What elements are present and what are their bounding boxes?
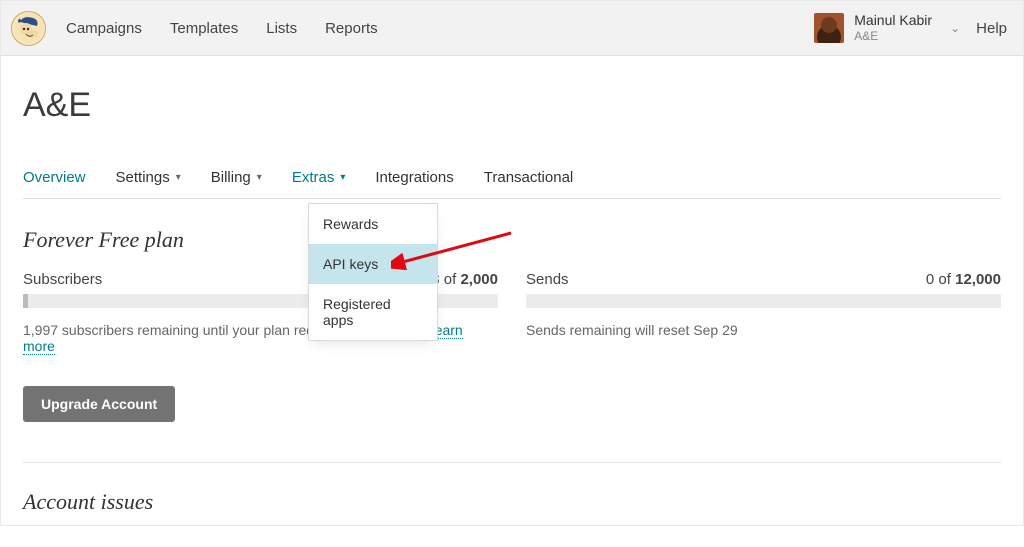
tab-overview-label: Overview	[23, 169, 86, 186]
tab-extras[interactable]: Extras ▾	[292, 169, 346, 186]
extras-item-api-keys[interactable]: API keys	[309, 244, 437, 284]
plan-section: Forever Free plan Subscribers 3 of 2,000…	[23, 227, 1001, 422]
user-text: Mainul Kabir A&E	[854, 12, 932, 43]
extras-item-registered-apps[interactable]: Registered apps	[309, 284, 437, 340]
nav-lists[interactable]: Lists	[266, 20, 297, 37]
stat-sends-count: 0	[926, 271, 934, 288]
tab-billing-label: Billing	[211, 169, 251, 186]
stat-sends-total: 12,000	[955, 271, 1001, 288]
tab-overview[interactable]: Overview	[23, 169, 86, 186]
progress-fill	[23, 294, 28, 308]
nav-reports[interactable]: Reports	[325, 20, 378, 37]
chevron-down-icon: ▾	[257, 172, 262, 183]
top-bar: Campaigns Templates Lists Reports Mainul…	[1, 1, 1023, 56]
stat-sends-label: Sends	[526, 271, 569, 288]
stat-sends-value: 0 of 12,000	[926, 271, 1001, 288]
tab-settings-label: Settings	[116, 169, 170, 186]
tab-extras-label: Extras	[292, 169, 335, 186]
extras-dropdown: Rewards API keys Registered apps	[308, 203, 438, 341]
tab-transactional[interactable]: Transactional	[484, 169, 574, 186]
account-issues-title: Account issues	[23, 489, 1001, 515]
upgrade-account-button[interactable]: Upgrade Account	[23, 386, 175, 422]
user-org: A&E	[854, 29, 932, 43]
stat-sends: Sends 0 of 12,000 Sends remaining will r…	[526, 271, 1001, 354]
stat-subscribers-value: 3 of 2,000	[431, 271, 498, 288]
nav-campaigns[interactable]: Campaigns	[66, 20, 142, 37]
nav-templates[interactable]: Templates	[170, 20, 238, 37]
of-word: of	[440, 271, 461, 288]
extras-item-rewards[interactable]: Rewards	[309, 204, 437, 244]
help-link[interactable]: Help	[976, 20, 1007, 37]
tab-billing[interactable]: Billing ▾	[211, 169, 262, 186]
chevron-down-icon: ⌄	[950, 21, 960, 35]
progress-sends	[526, 294, 1001, 308]
plan-title: Forever Free plan	[23, 227, 1001, 253]
user-name: Mainul Kabir	[854, 12, 932, 29]
mailchimp-logo-icon	[13, 12, 45, 44]
tab-transactional-label: Transactional	[484, 169, 574, 186]
top-nav: Campaigns Templates Lists Reports	[66, 20, 378, 37]
main-content: A&E Overview Settings ▾ Billing ▾ Extras…	[1, 56, 1023, 525]
brand-logo[interactable]	[11, 11, 46, 46]
chevron-down-icon: ▾	[340, 172, 345, 183]
page-title: A&E	[23, 86, 1001, 125]
tab-integrations-label: Integrations	[375, 169, 453, 186]
tab-integrations[interactable]: Integrations	[375, 169, 453, 186]
of-word: of	[934, 271, 955, 288]
chevron-down-icon: ▾	[176, 172, 181, 183]
tab-settings[interactable]: Settings ▾	[116, 169, 181, 186]
user-menu[interactable]: Mainul Kabir A&E ⌄	[814, 12, 976, 43]
stat-subscribers-total: 2,000	[460, 271, 498, 288]
avatar	[814, 13, 844, 43]
stat-sends-note: Sends remaining will reset Sep 29	[526, 322, 1001, 338]
divider	[23, 462, 1001, 463]
stats-row: Subscribers 3 of 2,000 1,997 subscribers…	[23, 271, 1001, 354]
account-tabs: Overview Settings ▾ Billing ▾ Extras ▾ I…	[23, 169, 1001, 199]
stat-subscribers-label: Subscribers	[23, 271, 102, 288]
